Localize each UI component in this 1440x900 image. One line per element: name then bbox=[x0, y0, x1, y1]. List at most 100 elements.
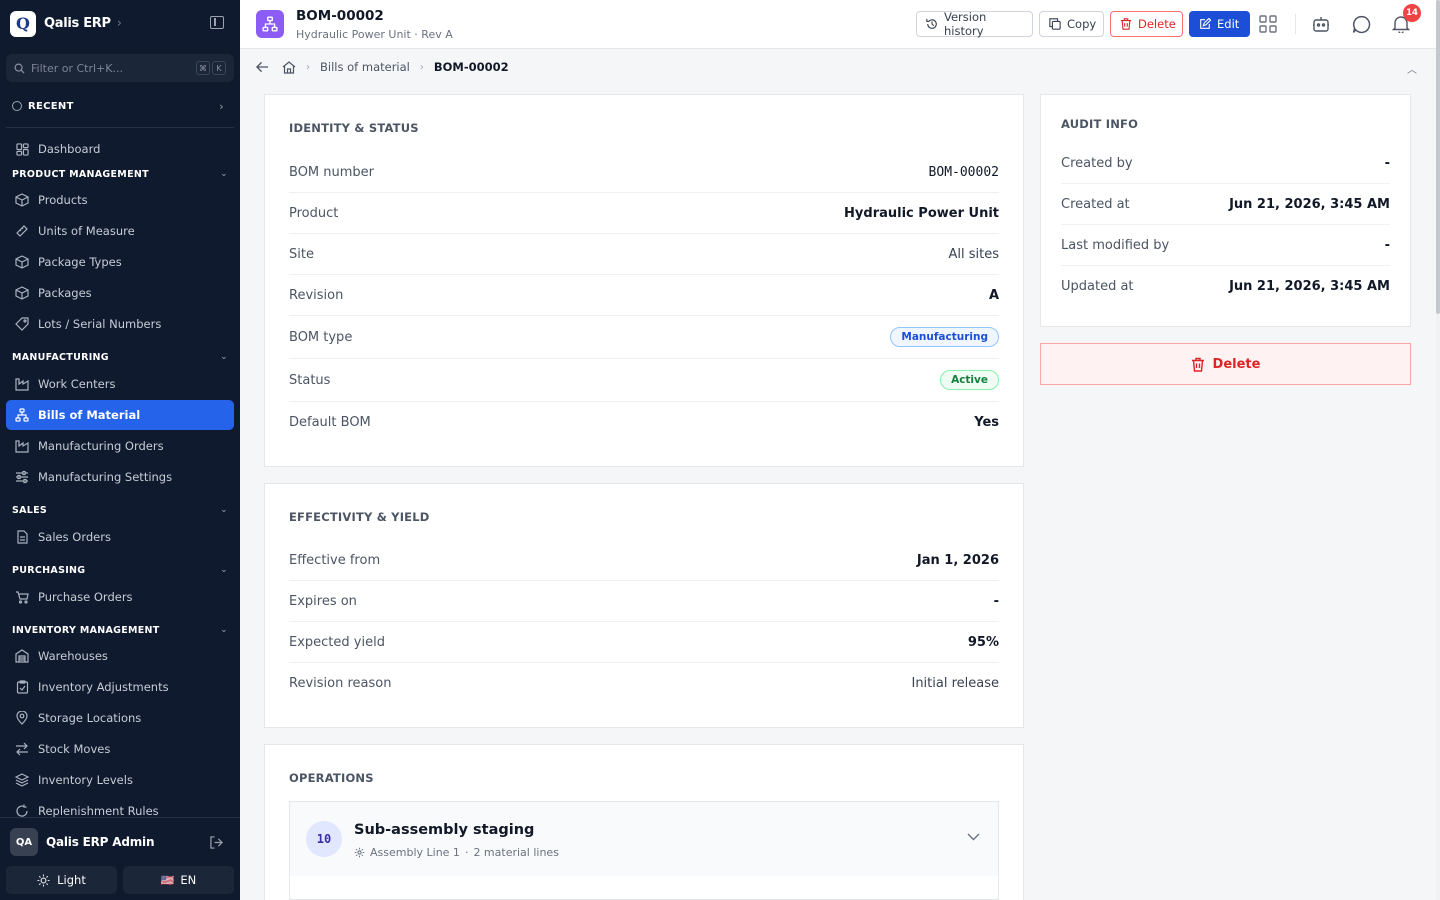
back-arrow-icon[interactable] bbox=[256, 61, 269, 73]
last-modified-by-value: - bbox=[1384, 237, 1390, 253]
sidebar-item-storage-locations[interactable]: Storage Locations bbox=[6, 703, 234, 733]
material-lines-count: 2 material lines bbox=[473, 846, 559, 859]
sidebar-item-products[interactable]: Products bbox=[6, 185, 234, 215]
field-label: Product bbox=[289, 205, 339, 221]
section-inventory-management[interactable]: INVENTORY MANAGEMENT ⌄ bbox=[12, 623, 228, 637]
section-product-management[interactable]: PRODUCT MANAGEMENT ⌄ bbox=[12, 167, 228, 181]
updated-at-value: Jun 21, 2026, 3:45 AM bbox=[1229, 279, 1390, 294]
theme-label: Light bbox=[57, 873, 86, 887]
brand-logo: Q bbox=[10, 10, 36, 37]
detail-row: Site All sites bbox=[289, 234, 999, 275]
sidebar-item-dashboard[interactable]: Dashboard bbox=[6, 134, 234, 164]
work-center-name: Assembly Line 1 bbox=[370, 846, 460, 859]
sidebar-item-purchase-orders[interactable]: Purchase Orders bbox=[6, 582, 234, 612]
user-profile[interactable]: QA Qalis ERP Admin bbox=[10, 828, 154, 856]
sidebar-item-warehouses[interactable]: Warehouses bbox=[6, 641, 234, 671]
language-select[interactable]: 🇺🇸 EN bbox=[123, 866, 234, 894]
sidebar-item-manufacturing-settings[interactable]: Manufacturing Settings bbox=[6, 462, 234, 492]
section-label: INVENTORY MANAGEMENT bbox=[12, 624, 160, 636]
field-label: Default BOM bbox=[289, 415, 371, 430]
logout-icon[interactable] bbox=[210, 836, 223, 852]
sidebar-collapse-icon[interactable] bbox=[210, 16, 224, 29]
detail-row: Last modified by - bbox=[1061, 225, 1390, 266]
sidebar-item-package-types[interactable]: Package Types bbox=[6, 247, 234, 277]
robot-icon[interactable] bbox=[1311, 14, 1331, 34]
chat-icon[interactable] bbox=[1351, 14, 1371, 34]
section-manufacturing[interactable]: MANUFACTURING ⌄ bbox=[12, 350, 228, 364]
sidebar-item-replenishment-rules[interactable]: Replenishment Rules bbox=[6, 796, 234, 817]
sidebar-item-label: Manufacturing Orders bbox=[38, 439, 164, 453]
home-icon[interactable] bbox=[282, 60, 296, 74]
gear-icon bbox=[354, 847, 365, 858]
filter-input[interactable] bbox=[31, 61, 171, 75]
operation-meta: Assembly Line 1 · 2 material lines bbox=[354, 846, 559, 859]
bom-number-value: BOM-00002 bbox=[928, 164, 999, 180]
sidebar-item-manufacturing-orders[interactable]: Manufacturing Orders bbox=[6, 431, 234, 461]
field-label: Effective from bbox=[289, 552, 381, 568]
theme-toggle[interactable]: Light bbox=[6, 866, 117, 894]
operation-header[interactable]: 10 Sub-assembly staging Assembly Line 1 … bbox=[290, 802, 998, 876]
sidebar: Q Qalis ERP › ⌘ K RECENT › Dashboard PRO… bbox=[0, 0, 240, 900]
sidebar-item-packages[interactable]: Packages bbox=[6, 278, 234, 308]
recent-label: RECENT bbox=[28, 100, 74, 112]
effective-from-value: Jan 1, 2026 bbox=[916, 552, 999, 568]
sliders-icon bbox=[14, 469, 30, 485]
sidebar-item-lots-serial-numbers[interactable]: Lots / Serial Numbers bbox=[6, 309, 234, 339]
breadcrumb-current: BOM-00002 bbox=[433, 60, 509, 74]
detail-row: BOM number BOM-00002 bbox=[289, 152, 999, 193]
chevron-down-icon: ⌄ bbox=[220, 565, 228, 575]
apps-grid-icon[interactable] bbox=[1258, 14, 1278, 34]
detail-row: Revision reason Initial release bbox=[289, 663, 999, 704]
sidebar-item-label: Inventory Adjustments bbox=[38, 680, 169, 694]
history-icon bbox=[926, 18, 938, 30]
sidebar-scroll-area[interactable]: Q Qalis ERP › ⌘ K RECENT › Dashboard PRO… bbox=[0, 0, 240, 817]
delete-record-button[interactable]: Delete bbox=[1040, 343, 1411, 385]
detail-row: Revision A bbox=[289, 275, 999, 316]
document-icon bbox=[14, 529, 30, 545]
chevron-right-icon: › bbox=[116, 16, 122, 31]
copy-button[interactable]: Copy bbox=[1039, 11, 1104, 37]
page-scrollbar[interactable] bbox=[1436, 0, 1440, 900]
recent-toggle[interactable]: RECENT › bbox=[12, 99, 224, 113]
sidebar-item-units-of-measure[interactable]: Units of Measure bbox=[6, 216, 234, 246]
sidebar-item-stock-moves[interactable]: Stock Moves bbox=[6, 734, 234, 764]
breadcrumb: › Bills of material › BOM-00002 bbox=[256, 58, 509, 76]
brand[interactable]: Q Qalis ERP › bbox=[10, 10, 122, 37]
operation-name: Sub-assembly staging bbox=[354, 822, 535, 838]
sidebar-item-inventory-adjustments[interactable]: Inventory Adjustments bbox=[6, 672, 234, 702]
sidebar-item-sales-orders[interactable]: Sales Orders bbox=[6, 522, 234, 552]
detail-row: Created at Jun 21, 2026, 3:45 AM bbox=[1061, 184, 1390, 225]
trash-icon bbox=[1120, 18, 1132, 30]
chevron-right-icon: › bbox=[219, 99, 224, 113]
sidebar-item-label: Dashboard bbox=[38, 142, 101, 156]
breadcrumb-parent[interactable]: Bills of material bbox=[320, 60, 410, 74]
sidebar-item-label: Units of Measure bbox=[38, 224, 135, 238]
created-by-value: - bbox=[1384, 155, 1390, 171]
field-label: Expires on bbox=[289, 593, 357, 609]
filter-box: ⌘ K bbox=[6, 54, 234, 82]
card-title: OPERATIONS bbox=[289, 771, 374, 785]
sidebar-item-bills-of-material[interactable]: Bills of Material bbox=[6, 400, 234, 430]
sidebar-divider bbox=[6, 127, 234, 128]
section-label: SALES bbox=[12, 504, 48, 516]
detail-row: Default BOM Yes bbox=[289, 402, 999, 443]
scrollbar-thumb[interactable] bbox=[1436, 0, 1440, 314]
card-title: IDENTITY & STATUS bbox=[289, 121, 419, 135]
field-label: Created at bbox=[1061, 196, 1130, 212]
sidebar-item-label: Warehouses bbox=[38, 649, 108, 663]
section-sales[interactable]: SALES ⌄ bbox=[12, 503, 228, 517]
operation-item: 10 Sub-assembly staging Assembly Line 1 … bbox=[289, 801, 999, 900]
edit-button[interactable]: Edit bbox=[1189, 11, 1250, 37]
sidebar-item-work-centers[interactable]: Work Centers bbox=[6, 369, 234, 399]
delete-button[interactable]: Delete bbox=[1110, 11, 1183, 37]
field-label: Revision bbox=[289, 287, 344, 303]
chevron-down-icon[interactable] bbox=[967, 830, 980, 845]
section-purchasing[interactable]: PURCHASING ⌄ bbox=[12, 563, 228, 577]
sun-icon bbox=[37, 873, 50, 887]
section-label: PURCHASING bbox=[12, 564, 86, 576]
sidebar-item-inventory-levels[interactable]: Inventory Levels bbox=[6, 765, 234, 795]
version-history-button[interactable]: Version history bbox=[916, 10, 1033, 38]
chevron-up-icon[interactable]: ︿ bbox=[1407, 61, 1417, 76]
detail-row: Updated at Jun 21, 2026, 3:45 AM bbox=[1061, 266, 1390, 307]
topbar: BOM-00002 Hydraulic Power Unit · Rev A V… bbox=[240, 0, 1436, 49]
